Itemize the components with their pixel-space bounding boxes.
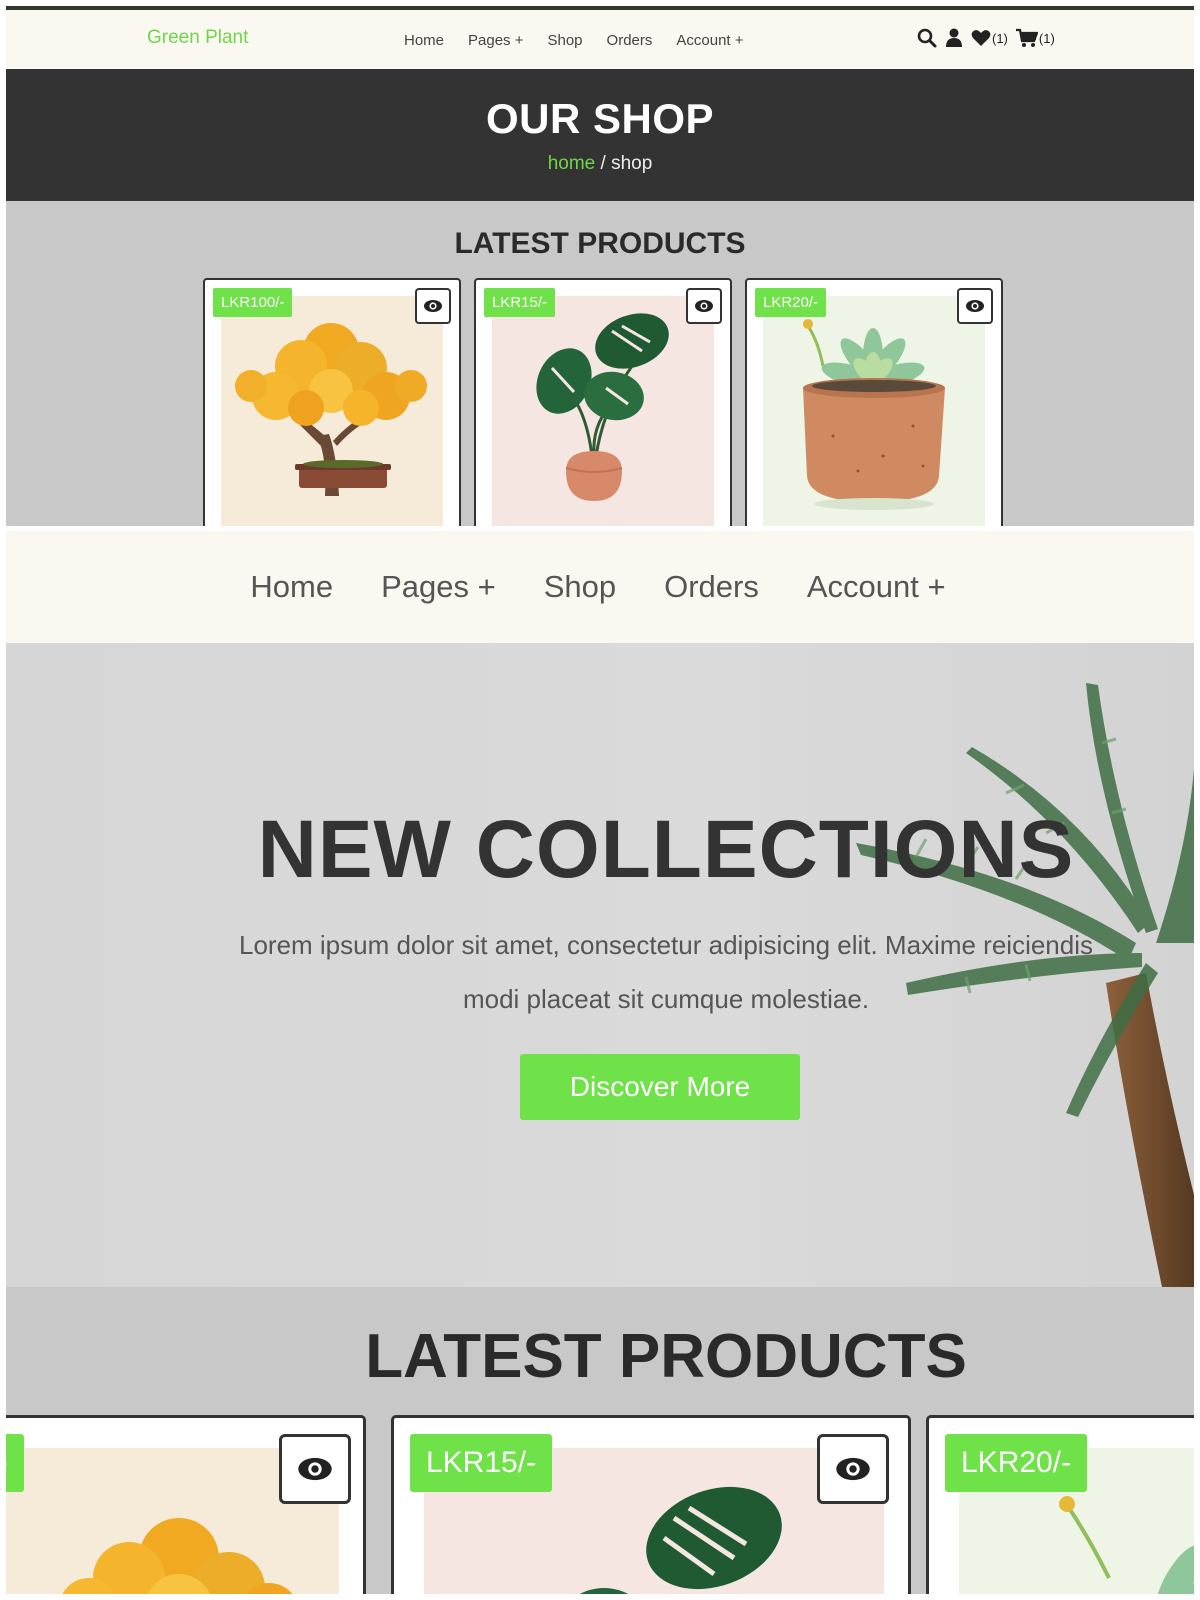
price-badge: LKR100/-: [213, 288, 293, 317]
nav-pages[interactable]: Pages +: [381, 569, 496, 605]
user-icon[interactable]: [945, 28, 963, 48]
product-card[interactable]: LKR15/-: [474, 278, 732, 526]
hero-title: NEW COLLECTIONS: [257, 804, 1075, 895]
nav-account[interactable]: Account +: [807, 569, 946, 605]
breadcrumb: home / shop: [6, 153, 1194, 175]
page-title: OUR SHOP: [485, 95, 715, 142]
search-icon[interactable]: [917, 28, 937, 48]
nav-shop[interactable]: Shop: [544, 569, 616, 605]
header: Green Plant Home Pages + Shop Orders Acc…: [6, 6, 1194, 69]
nav-shop[interactable]: Shop: [547, 32, 582, 49]
shop-banner: OUR SHOP home / shop: [6, 69, 1194, 201]
quick-view-button[interactable]: [817, 1434, 889, 1504]
eye-icon: [424, 300, 442, 312]
section-title: LATEST PRODUCTS: [365, 1322, 967, 1391]
quick-view-button[interactable]: [957, 288, 993, 324]
nav-account[interactable]: Account +: [676, 32, 743, 49]
product-image-bonsai: [221, 296, 443, 526]
section-title: LATEST PRODUCTS: [454, 227, 746, 260]
product-card[interactable]: LKR20/-: [745, 278, 1003, 526]
hero-banner: NEW COLLECTIONS Lorem ipsum dolor sit am…: [6, 643, 1194, 1287]
price-badge: LKR15/-: [484, 288, 556, 317]
price-badge: LKR20/-: [755, 288, 827, 317]
product-card[interactable]: LKR100/-: [6, 1415, 366, 1594]
price-badge: LKR15/-: [410, 1434, 553, 1492]
product-card[interactable]: LKR100/-: [203, 278, 461, 526]
nav-orders[interactable]: Orders: [607, 32, 653, 49]
breadcrumb-current: shop: [611, 153, 653, 174]
nav-pages[interactable]: Pages +: [468, 32, 523, 49]
latest-products-section: LATEST PRODUCTS: [6, 201, 1194, 261]
nav-orders[interactable]: Orders: [664, 569, 759, 605]
shop-page-screenshot: Green Plant Home Pages + Shop Orders Acc…: [6, 6, 1194, 526]
main-nav: Home Pages + Shop Orders Account +: [404, 32, 744, 49]
home-page-screenshot: Home Pages + Shop Orders Account + NEW C…: [6, 531, 1194, 1594]
breadcrumb-separator: /: [595, 153, 612, 174]
quick-view-button[interactable]: [415, 288, 451, 324]
product-list: LKR100/- LKR15/-: [6, 1415, 1194, 1594]
wishlist-count: (1): [992, 30, 1008, 46]
eye-icon: [966, 300, 984, 312]
eye-icon: [836, 1457, 870, 1481]
cart-link[interactable]: (1): [1015, 28, 1055, 48]
hero-description: Lorem ipsum dolor sit amet, consectetur …: [156, 918, 1176, 1026]
discover-more-button[interactable]: Discover More: [520, 1054, 800, 1120]
product-list: LKR100/- LKR15/- LKR20/-: [203, 278, 1003, 526]
cart-count: (1): [1038, 30, 1055, 46]
quick-view-button[interactable]: [686, 288, 722, 324]
product-card[interactable]: LKR20/-: [926, 1415, 1194, 1594]
nav-home[interactable]: Home: [404, 32, 444, 49]
hero-text-line1: Lorem ipsum dolor sit amet, consectetur …: [238, 930, 1093, 960]
price-badge: LKR20/-: [945, 1434, 1088, 1492]
wishlist-link[interactable]: (1): [971, 29, 1008, 47]
quick-view-button[interactable]: [279, 1434, 351, 1504]
product-image-monstera: [492, 296, 714, 526]
product-card[interactable]: LKR15/-: [391, 1415, 911, 1594]
eye-icon: [298, 1457, 332, 1481]
product-image-succulent: [763, 296, 985, 526]
nav-home[interactable]: Home: [250, 569, 333, 605]
breadcrumb-home[interactable]: home: [548, 153, 596, 174]
price-badge: LKR100/-: [6, 1434, 24, 1492]
logo[interactable]: Green Plant: [147, 27, 248, 49]
hero-text-line2: modi placeat sit cumque molestiae.: [462, 984, 870, 1014]
header-icons: (1) (1): [917, 28, 1055, 48]
cart-icon: [1015, 28, 1038, 47]
heart-icon: [971, 30, 991, 46]
main-nav: Home Pages + Shop Orders Account +: [6, 531, 1194, 643]
eye-icon: [695, 300, 713, 312]
